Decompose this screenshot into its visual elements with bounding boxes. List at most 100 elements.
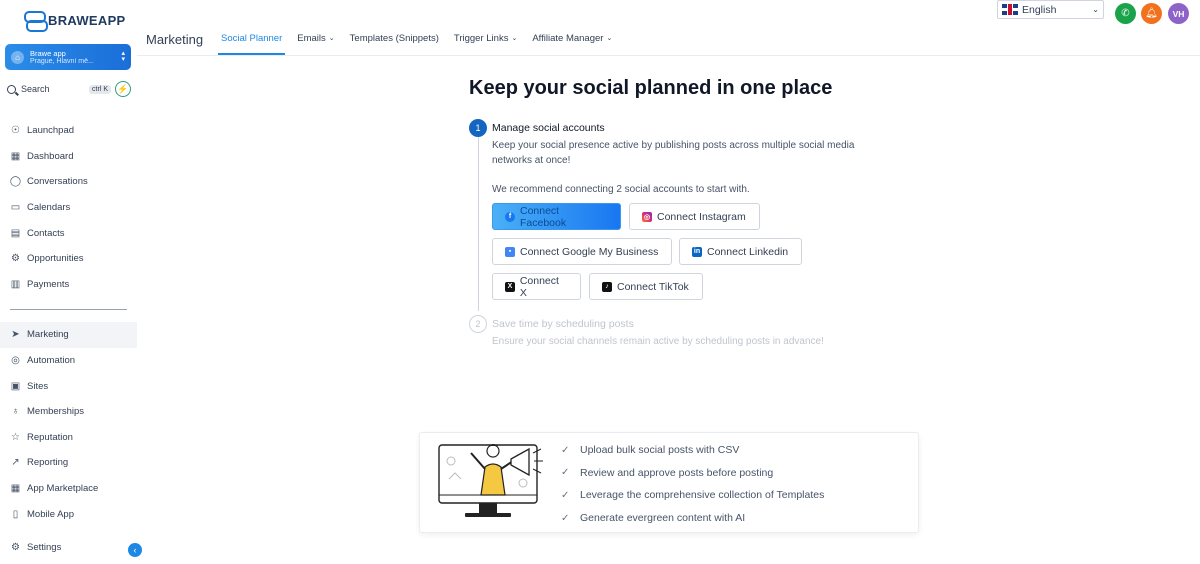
tab-label: Social Planner xyxy=(221,33,283,44)
connect-google-my-business-button[interactable]: ▪ Connect Google My Business xyxy=(492,238,672,265)
phone-icon: ✆ xyxy=(1121,8,1130,19)
tiktok-icon: ♪ xyxy=(602,281,612,292)
sidebar-item-reputation[interactable]: ☆ Reputation xyxy=(0,425,137,451)
sidebar-item-label: Launchpad xyxy=(27,125,75,137)
feature-text: Upload bulk social posts with CSV xyxy=(580,444,740,457)
sidebar-item-payments[interactable]: ▥ Payments xyxy=(0,272,137,298)
language-select[interactable]: English ⌄ xyxy=(997,0,1104,19)
connect-instagram-button[interactable]: ◎ Connect Instagram xyxy=(629,203,760,230)
sidebar-item-calendars[interactable]: ▭ Calendars xyxy=(0,195,137,221)
sidebar-item-label: Payments xyxy=(27,278,70,290)
button-label: Connect X xyxy=(519,274,559,299)
sidebar-item-dashboard[interactable]: ▦ Dashboard xyxy=(0,144,137,170)
feature-text: Generate evergreen content with AI xyxy=(580,512,746,525)
quick-action-bolt-icon[interactable]: ⚡ xyxy=(115,81,131,97)
search-shortcut: ctrl K xyxy=(89,84,111,94)
connect-tiktok-button[interactable]: ♪ Connect TikTok xyxy=(589,273,703,300)
sidebar-item-opportunities[interactable]: ⚙ Opportunities xyxy=(0,246,137,272)
logo-text: BRAWEAPP xyxy=(48,12,126,28)
sidebar-item-label: Opportunities xyxy=(27,253,84,265)
sidebar-item-automation[interactable]: ◎ Automation xyxy=(0,348,137,374)
dashboard-grid-icon: ▦ xyxy=(10,150,21,162)
step-1-title: Manage social accounts xyxy=(492,122,605,134)
sidebar-item-settings[interactable]: ⚙ Settings xyxy=(10,542,61,553)
tab-emails[interactable]: Emails ⌄ xyxy=(297,33,334,55)
search-input[interactable]: Search ctrl K xyxy=(7,81,111,97)
tab-affiliate-manager[interactable]: Affiliate Manager ⌄ xyxy=(532,33,612,55)
funnel-icon: ⚙ xyxy=(11,253,20,265)
settings-label: Settings xyxy=(27,542,62,553)
sidebar-divider xyxy=(10,309,127,311)
paper-plane-icon: ➤ xyxy=(11,329,20,341)
sidebar-nav: ☉ Launchpad ▦ Dashboard ◯ Conversations … xyxy=(0,118,137,527)
sidebar-item-label: Reputation xyxy=(27,431,73,443)
sidebar-item-reporting[interactable]: ↗ Reporting xyxy=(0,450,137,476)
sidebar-item-marketing[interactable]: ➤ Marketing xyxy=(0,322,137,348)
step-2-description: Ensure your social channels remain activ… xyxy=(492,336,824,347)
features-list: ✓ Upload bulk social posts with CSV ✓ Re… xyxy=(561,439,824,529)
instagram-icon: ◎ xyxy=(642,211,652,222)
sidebar-item-label: Automation xyxy=(27,355,76,367)
sidebar-item-label: Dashboard xyxy=(27,150,74,162)
tab-templates[interactable]: Templates (Snippets) xyxy=(350,33,439,55)
connect-linkedin-button[interactable]: in Connect Linkedin xyxy=(679,238,802,265)
google-my-business-icon: ▪ xyxy=(505,246,515,257)
sidebar-item-contacts[interactable]: ▤ Contacts xyxy=(0,220,137,246)
phone-button[interactable]: ✆ xyxy=(1115,3,1136,24)
feature-item: ✓ Review and approve posts before postin… xyxy=(561,462,824,485)
chevron-down-icon: ⌄ xyxy=(1092,5,1099,14)
connect-x-button[interactable]: X Connect X xyxy=(492,273,581,300)
gear-icon: ⚙ xyxy=(11,542,20,553)
bell-icon: 🔔︎ xyxy=(1145,8,1158,19)
calendar-icon: ▭ xyxy=(10,202,21,214)
sidebar-item-mobile-app[interactable]: ▯ Mobile App xyxy=(0,501,137,527)
notifications-button[interactable]: 🔔︎ xyxy=(1141,3,1162,24)
grid-plus-icon: ▦ xyxy=(10,483,21,495)
step-2-title: Save time by scheduling posts xyxy=(492,318,634,330)
megaphone-illustration xyxy=(438,444,543,517)
rocket-icon: ☉ xyxy=(11,125,20,137)
button-label: Connect Linkedin xyxy=(707,245,789,258)
account-location: Prague, Hlavní mě... xyxy=(30,57,94,65)
button-label: Connect Google My Business xyxy=(520,245,659,258)
receipt-icon: ▥ xyxy=(10,278,21,290)
check-icon: ✓ xyxy=(561,512,570,524)
tab-trigger-links[interactable]: Trigger Links ⌄ xyxy=(454,33,517,55)
contacts-card-icon: ▤ xyxy=(10,227,21,239)
main-content: Keep your social planned in one place 1 … xyxy=(137,56,1200,564)
facebook-icon: f xyxy=(505,211,515,222)
step-connector-line xyxy=(478,137,479,311)
sidebar-item-memberships[interactable]: ♁ Memberships xyxy=(0,399,137,425)
search-label: Search xyxy=(21,84,50,94)
sidebar-item-sites[interactable]: ▣ Sites xyxy=(0,373,137,399)
check-icon: ✓ xyxy=(561,489,570,501)
chat-bubble-icon: ◯ xyxy=(9,176,22,188)
sidebar-item-app-marketplace[interactable]: ▦ App Marketplace xyxy=(0,476,137,502)
language-value: English xyxy=(1022,3,1057,16)
account-info: Brawe app Prague, Hlavní mě... xyxy=(30,49,115,66)
step-2-number: 2 xyxy=(469,315,487,333)
trend-line-icon: ↗ xyxy=(11,457,20,469)
check-icon: ✓ xyxy=(561,467,570,479)
chevron-down-icon: ⌄ xyxy=(606,35,613,42)
automation-icon: ◎ xyxy=(11,355,20,367)
connect-facebook-button[interactable]: f Connect Facebook xyxy=(492,203,621,230)
logo-icon xyxy=(24,10,48,32)
account-switcher[interactable]: ⌂ Brawe app Prague, Hlavní mě... ▴ ▾ xyxy=(5,44,131,70)
chevron-updown-icon: ▴ ▾ xyxy=(121,50,125,63)
avatar[interactable]: VH xyxy=(1168,3,1189,24)
uk-flag-icon xyxy=(1002,4,1018,15)
sidebar-item-launchpad[interactable]: ☉ Launchpad xyxy=(0,118,137,144)
sidebar-item-label: Memberships xyxy=(27,406,85,418)
button-label: Connect Instagram xyxy=(657,210,746,223)
button-label: Connect Facebook xyxy=(519,204,567,229)
chevron-down-icon: ⌄ xyxy=(328,35,335,42)
star-icon: ☆ xyxy=(11,431,20,443)
sidebar-item-label: Calendars xyxy=(27,202,71,214)
sidebar-item-conversations[interactable]: ◯ Conversations xyxy=(0,169,137,195)
sidebar-item-label: Contacts xyxy=(27,227,65,239)
brand-logo[interactable]: BRAWEAPP xyxy=(24,10,126,32)
sidebar-item-label: Mobile App xyxy=(27,508,75,520)
linkedin-icon: in xyxy=(692,246,702,257)
tab-social-planner[interactable]: Social Planner xyxy=(217,33,286,55)
